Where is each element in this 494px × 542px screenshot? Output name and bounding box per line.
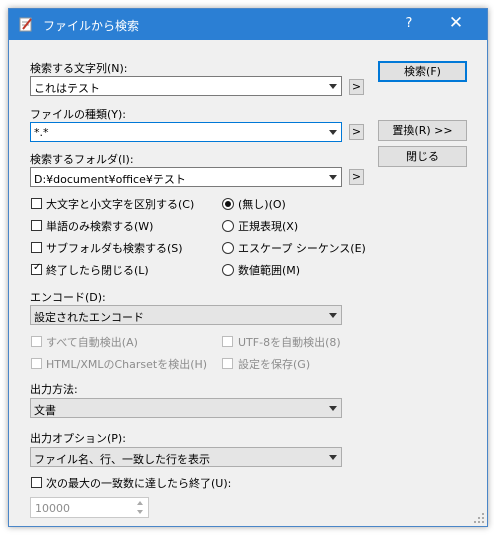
max-match-checkbox[interactable]: [31, 477, 42, 488]
whole-word-checkbox[interactable]: [31, 220, 42, 231]
replace-button[interactable]: 置換(R) >>: [378, 120, 467, 141]
mode-none-radio[interactable]: [222, 198, 234, 210]
output-option-label: 出力オプション(P):: [30, 432, 126, 445]
output-method-combo[interactable]: 文書: [30, 398, 342, 418]
notepad-icon: [19, 17, 32, 32]
output-method-value: 文書: [34, 404, 56, 417]
auto-detect-checkbox[interactable]: [31, 336, 42, 347]
search-folder-label: 検索するフォルダ(I):: [30, 153, 134, 166]
search-folder-value: D:¥document¥office¥テスト: [34, 173, 186, 186]
encode-label: エンコード(D):: [30, 291, 106, 304]
file-type-menu-button[interactable]: >: [349, 124, 364, 140]
chevron-down-icon: [329, 406, 337, 411]
resize-grip-icon[interactable]: [474, 513, 484, 523]
match-case-checkbox[interactable]: [31, 198, 42, 209]
search-button[interactable]: 検索(F): [378, 61, 467, 82]
close-when-done-checkbox[interactable]: ✓: [31, 262, 42, 275]
help-button[interactable]: ?: [395, 16, 423, 31]
match-case-label: 大文字と小文字を区別する(C): [46, 198, 195, 211]
max-match-spinner[interactable]: 10000: [30, 497, 149, 518]
auto-detect-label: すべて自動検出(A): [46, 336, 138, 349]
utf8-detect-checkbox[interactable]: [222, 336, 233, 347]
mode-numeric-label: 数値範囲(M): [238, 264, 301, 277]
whole-word-label: 単語のみ検索する(W): [46, 220, 154, 233]
encode-combo[interactable]: 設定されたエンコード: [30, 305, 342, 325]
chevron-down-icon: [329, 455, 337, 460]
utf8-detect-label: UTF-8を自動検出(8): [238, 336, 341, 349]
find-in-files-dialog: ファイルから検索 ? ✕ 検索する文字列(N): これはテスト > ファイルの種…: [8, 8, 488, 527]
arrow-up-icon: [137, 501, 143, 505]
search-folder-combo[interactable]: D:¥document¥office¥テスト: [30, 167, 342, 187]
close-button[interactable]: 閉じる: [378, 146, 467, 167]
chevron-down-icon: [329, 175, 337, 180]
close-when-done-label: 終了したら閉じる(L): [46, 264, 149, 277]
mode-regex-radio[interactable]: [222, 220, 234, 232]
charset-detect-checkbox[interactable]: [31, 358, 42, 369]
mode-none-label: (無し)(O): [238, 198, 286, 211]
radio-dot-icon: [225, 201, 231, 207]
search-text-menu-button[interactable]: >: [349, 79, 364, 95]
save-setting-checkbox[interactable]: [222, 358, 233, 369]
output-option-combo[interactable]: ファイル名、行、一致した行を表示: [30, 447, 342, 467]
output-method-label: 出力方法:: [30, 383, 78, 396]
max-match-value: 10000: [35, 502, 70, 515]
title-bar: ファイルから検索 ? ✕: [9, 9, 487, 40]
arrow-down-icon: [137, 510, 143, 514]
search-text-value: これはテスト: [34, 82, 100, 95]
mode-regex-label: 正規表現(X): [238, 220, 299, 233]
chevron-down-icon: [329, 130, 337, 135]
chevron-down-icon: [329, 84, 337, 89]
max-match-label: 次の最大の一致数に達したら終了(U):: [46, 477, 232, 490]
checkmark-icon: ✓: [33, 262, 42, 273]
search-text-combo[interactable]: これはテスト: [30, 76, 342, 96]
output-option-value: ファイル名、行、一致した行を表示: [34, 453, 210, 466]
mode-numeric-radio[interactable]: [222, 264, 234, 276]
file-type-label: ファイルの種類(Y):: [30, 108, 127, 121]
file-type-combo[interactable]: *.*: [30, 122, 342, 142]
chevron-down-icon: [329, 313, 337, 318]
spin-up-button[interactable]: [134, 499, 147, 508]
subfolders-checkbox[interactable]: [31, 242, 42, 253]
search-text-label: 検索する文字列(N):: [30, 62, 128, 75]
charset-detect-label: HTML/XMLのCharsetを検出(H): [46, 358, 208, 371]
close-window-button[interactable]: ✕: [441, 13, 471, 33]
subfolders-label: サブフォルダも検索する(S): [46, 242, 183, 255]
spin-down-button[interactable]: [134, 508, 147, 517]
mode-escape-radio[interactable]: [222, 242, 234, 254]
window-title: ファイルから検索: [43, 19, 140, 33]
mode-escape-label: エスケープ シーケンス(E): [238, 242, 366, 255]
search-folder-browse-button[interactable]: >: [349, 169, 364, 185]
encode-value: 設定されたエンコード: [34, 311, 144, 324]
save-setting-label: 設定を保存(G): [238, 358, 311, 371]
file-type-value: *.*: [34, 126, 49, 139]
